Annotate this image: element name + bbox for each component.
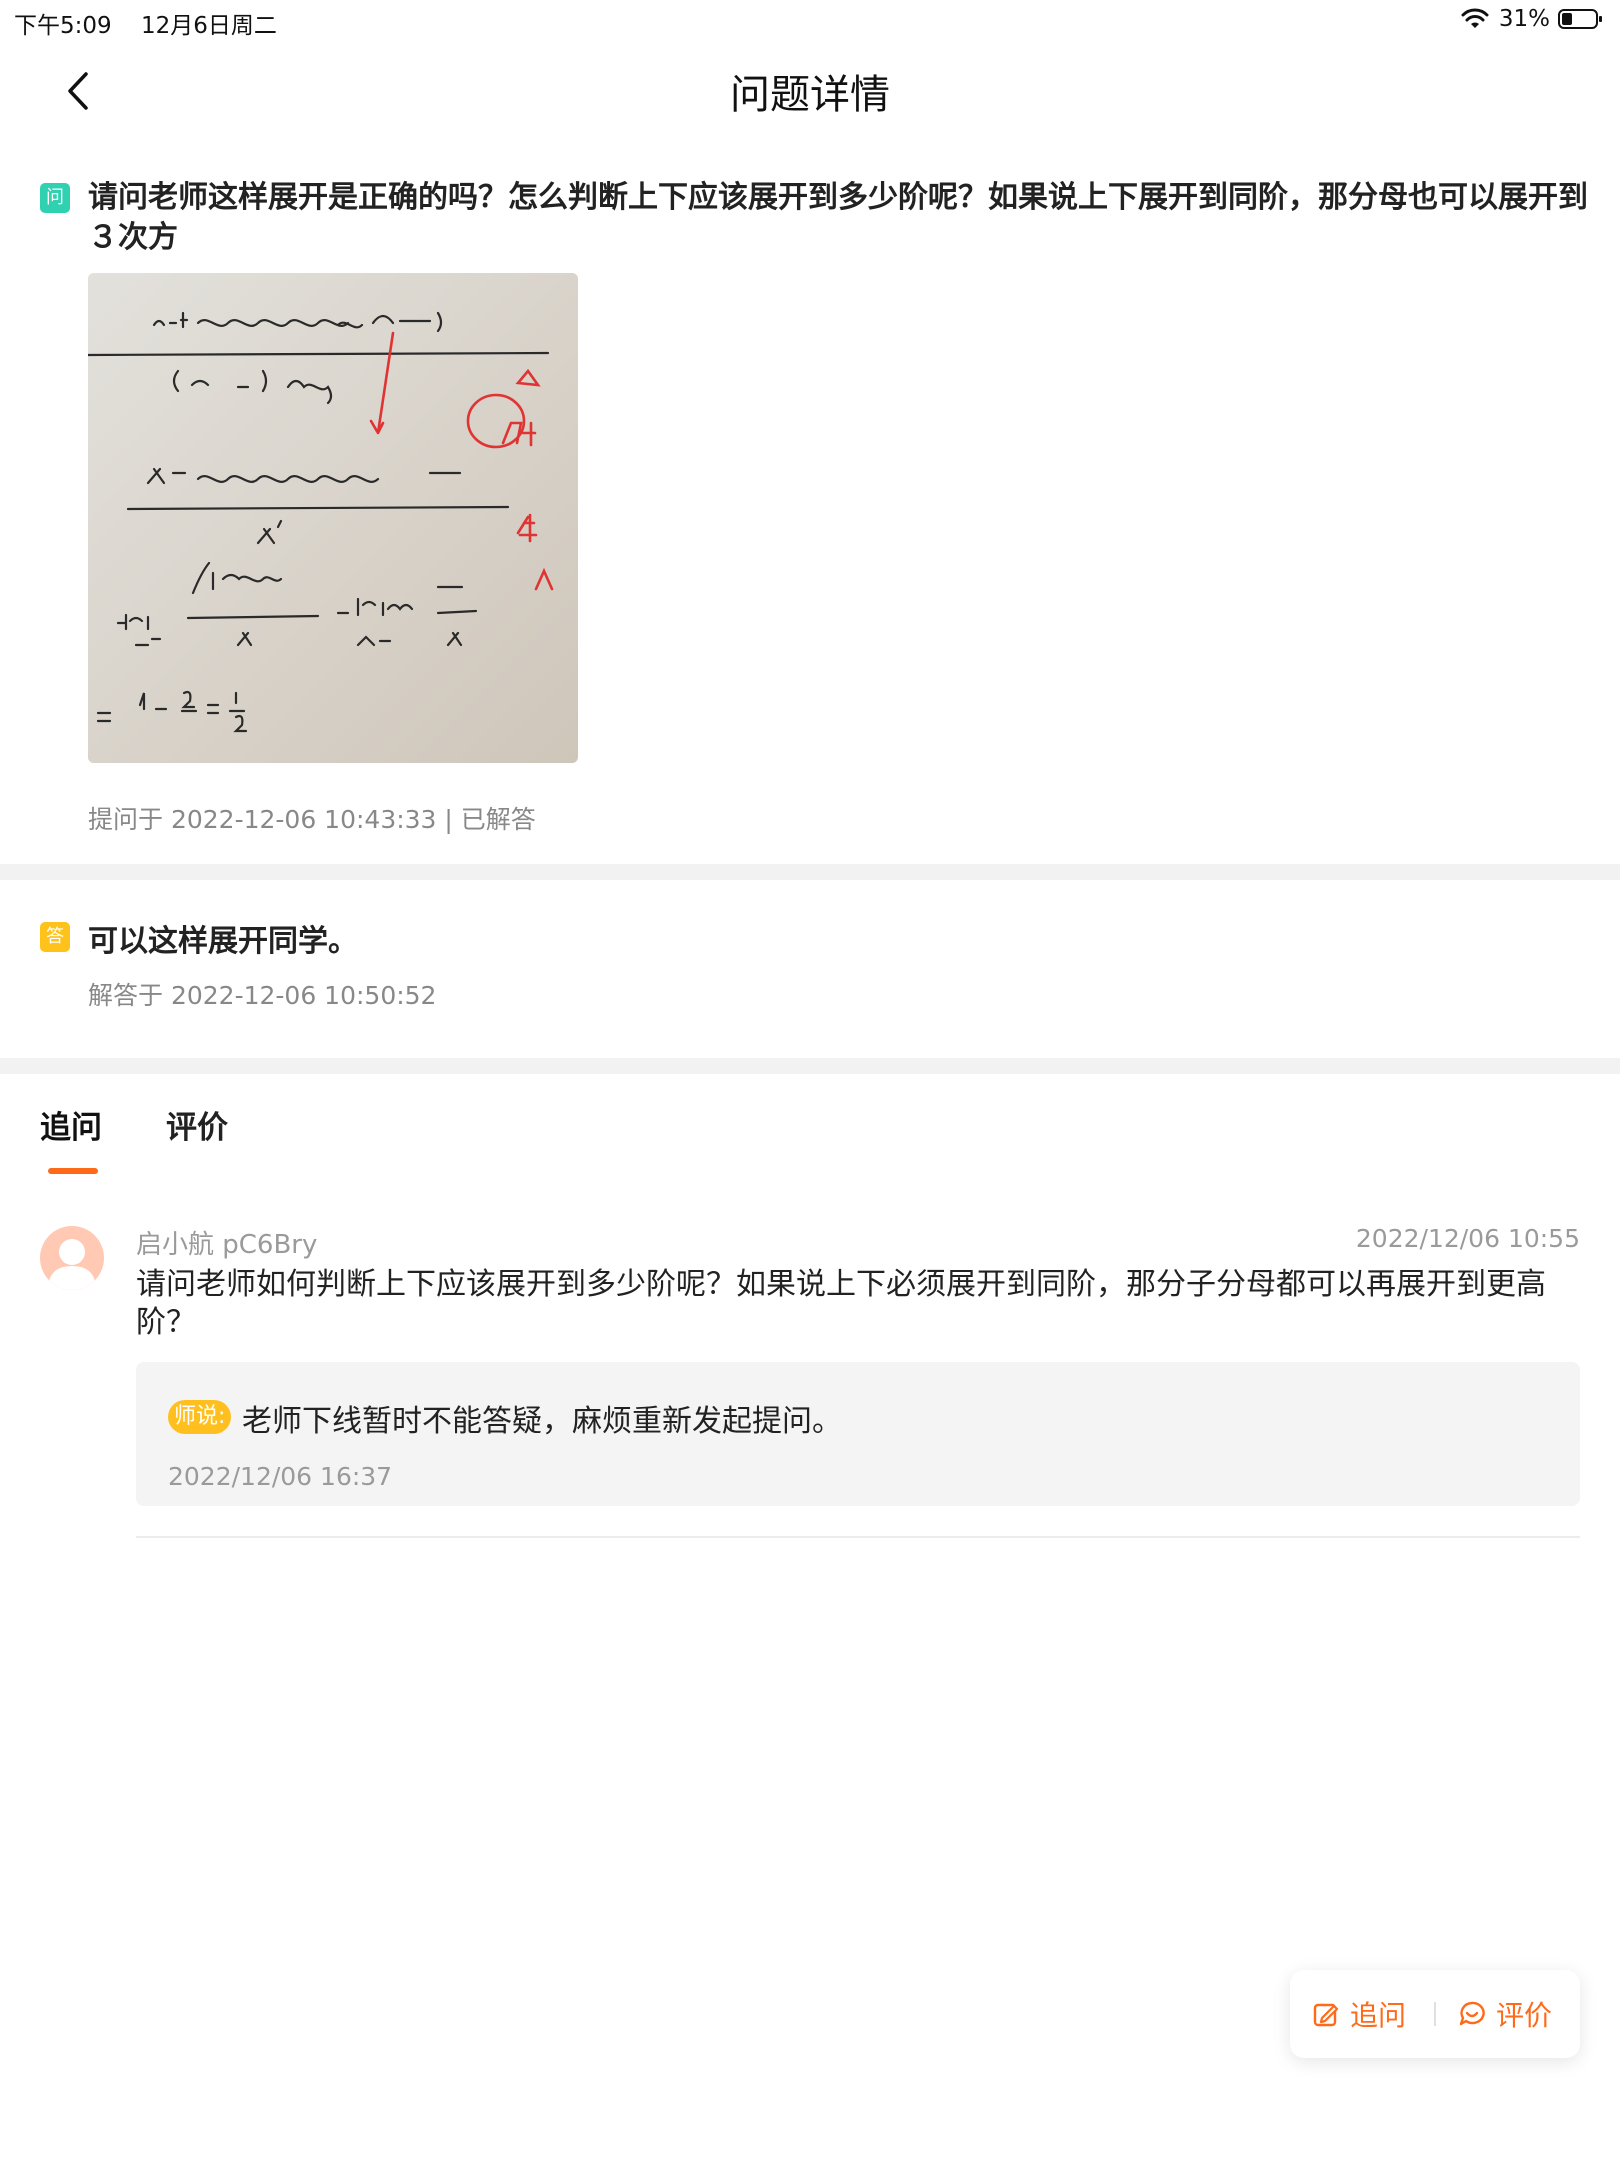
status-bar: 下午5:09 12月6日周二 31% [0, 0, 1620, 40]
teacher-reply-time: 2022/12/06 16:37 [168, 1462, 393, 1491]
question-section: 问 请问老师这样展开是正确的吗？怎么判断上下应该展开到多少阶呢？如果说上下展开到… [0, 150, 1620, 864]
followup-ask-label: 追问 [1350, 1999, 1407, 2032]
answer-section: 答 可以这样展开同学。 解答于 2022-12-06 10:50:52 [0, 880, 1620, 1058]
teacher-tag: 师说: [168, 1400, 232, 1434]
section-divider [0, 1058, 1620, 1074]
tab-indicator [48, 1168, 98, 1174]
rate-label: 评价 [1496, 1999, 1553, 2032]
status-right: 31% [1461, 6, 1604, 32]
answer-badge: 答 [40, 922, 70, 952]
nav-bar: 问题详情 [0, 40, 1620, 140]
avatar [40, 1226, 104, 1290]
status-date: 12月6日周二 [140, 13, 277, 39]
edit-icon [1313, 2003, 1339, 2027]
action-pill: 追问 评价 [1290, 1970, 1580, 2058]
page-title: 问题详情 [730, 72, 890, 118]
question-image[interactable] [88, 273, 578, 763]
action-separator [1434, 2002, 1436, 2026]
user-avatar-icon [48, 1239, 96, 1290]
smile-chat-icon [1459, 2001, 1485, 2026]
status-left: 下午5:09 12月6日周二 [14, 6, 277, 40]
question-meta: 提问于 2022-12-06 10:43:33 | 已解答 [88, 805, 536, 834]
question-text: 请问老师这样展开是正确的吗？怎么判断上下应该展开到多少阶呢？如果说上下展开到同阶… [88, 180, 1588, 255]
answer-meta: 解答于 2022-12-06 10:50:52 [88, 981, 437, 1010]
followup-ask-button[interactable]: 追问 [1312, 1994, 1406, 2034]
rate-button[interactable]: 评价 [1458, 1994, 1552, 2034]
battery-icon [1558, 9, 1602, 29]
tab-bar: 追问 评价 [0, 1074, 1620, 1184]
tab-rating[interactable]: 评价 [166, 1102, 228, 1147]
battery-percent: 31% [1498, 6, 1550, 32]
followup-user: 启小航 pC6Bry [136, 1230, 318, 1260]
wifi-icon [1461, 8, 1489, 28]
followup-time: 2022/12/06 10:55 [1355, 1224, 1580, 1253]
section-divider [0, 864, 1620, 880]
item-divider [136, 1536, 1580, 1538]
followup-text: 请问老师如何判断上下应该展开到多少阶呢？如果说上下必须展开到同阶，那分子分母都可… [136, 1267, 1546, 1340]
handwritten-math-image [88, 273, 578, 763]
status-time: 下午5:09 [14, 13, 112, 39]
answer-text: 可以这样展开同学。 [88, 924, 358, 959]
tab-followup[interactable]: 追问 [40, 1102, 102, 1147]
question-badge: 问 [40, 183, 70, 213]
teacher-reply: 师说: 老师下线暂时不能答疑，麻烦重新发起提问。 2022/12/06 16:3… [136, 1362, 1580, 1506]
teacher-reply-text: 老师下线暂时不能答疑，麻烦重新发起提问。 [242, 1404, 842, 1439]
